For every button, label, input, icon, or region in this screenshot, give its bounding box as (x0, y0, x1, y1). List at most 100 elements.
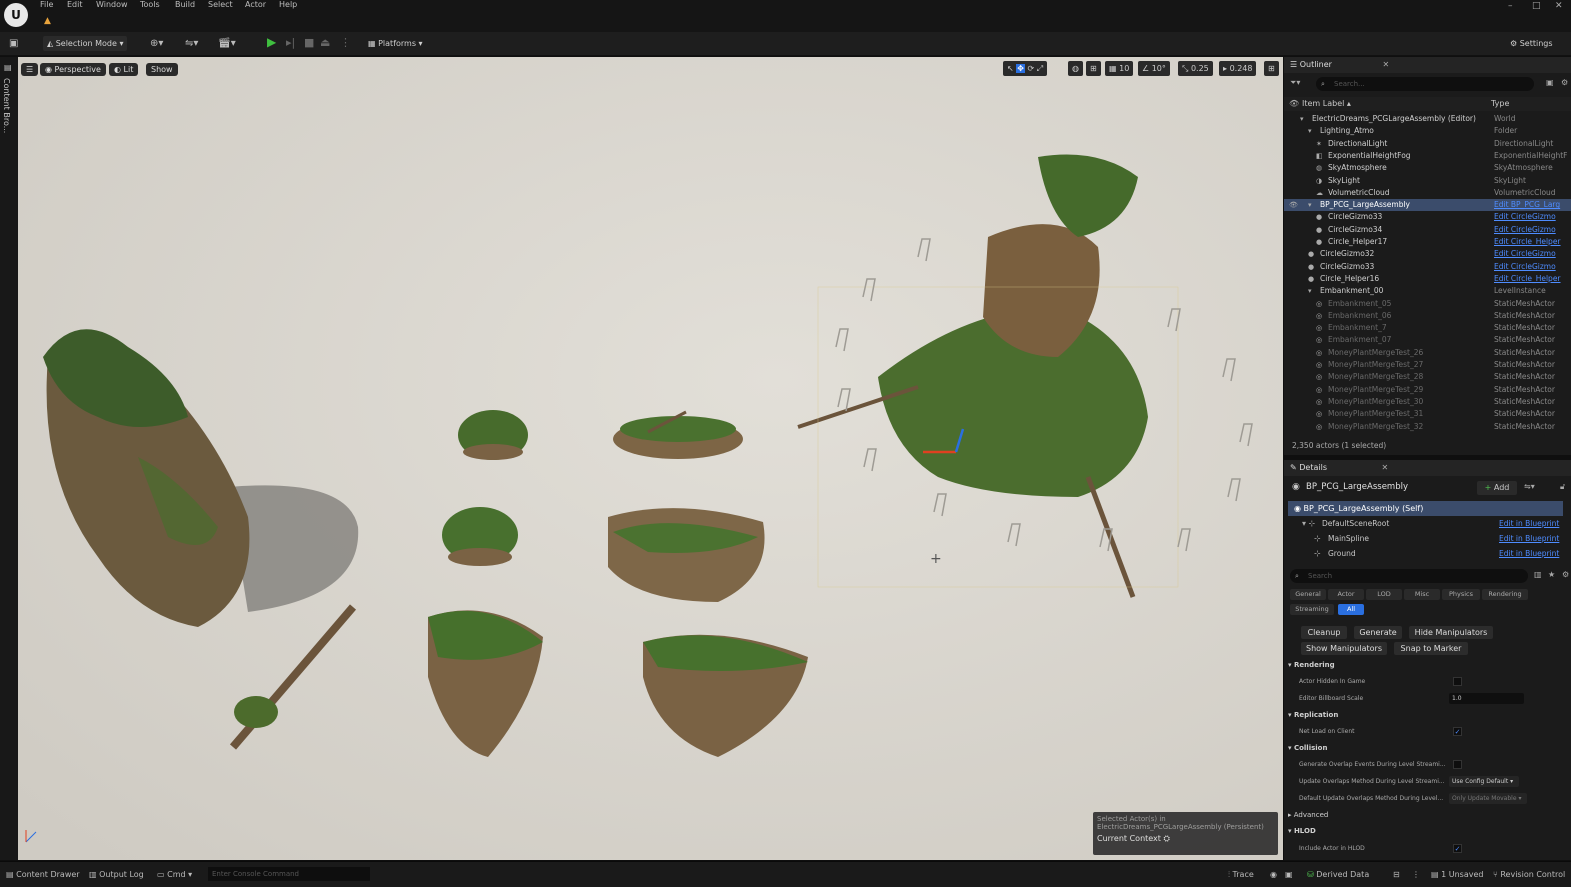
visibility-icon[interactable]: 👁︎ (1289, 199, 1298, 211)
settings-button[interactable]: ⚙ Settings (1510, 36, 1553, 51)
outliner-row[interactable]: ◎ Embankment_05 StaticMeshActor (1284, 298, 1571, 310)
component-row[interactable]: ▾ ⊹ DefaultSceneRoot Edit in Blueprint (1288, 516, 1563, 531)
trace-options-icon[interactable]: ▣ (1285, 870, 1293, 879)
cinematics-icon[interactable]: 🎬︎▾ (218, 36, 236, 51)
outliner-row[interactable]: ● CircleGizmo33 Edit CircleGizmo (1284, 211, 1571, 223)
outliner-row[interactable]: ▾ Lighting_Atmo Folder (1284, 125, 1571, 137)
filter-chip-rendering[interactable]: Rendering (1482, 589, 1528, 600)
trace-record-icon[interactable]: ◉ (1270, 870, 1277, 879)
menu-actor[interactable]: Actor (245, 0, 266, 9)
filter-chip-all[interactable]: All (1338, 604, 1364, 615)
content-browser-strip[interactable]: ▤ (0, 57, 18, 860)
camera-speed-button[interactable]: ▸ 0.248 (1219, 61, 1257, 76)
update-overlap-select[interactable]: Use Config Default ▾ (1449, 776, 1519, 787)
scale-icon[interactable]: ⤢ (1037, 64, 1043, 73)
component-row[interactable]: ⊹ Ground Edit in Blueprint (1288, 546, 1563, 561)
include-hlod-checkbox[interactable]: ✓ (1453, 844, 1462, 853)
edit-in-blueprint-link[interactable]: Edit in Blueprint (1499, 531, 1559, 546)
generate-button[interactable]: Generate (1354, 626, 1402, 639)
outliner-row[interactable]: ◎ MoneyPlantMergeTest_26 StaticMeshActor (1284, 347, 1571, 359)
details-settings-icon[interactable]: ⚙ (1562, 570, 1569, 579)
edit-in-blueprint-link[interactable]: Edit in Blueprint (1499, 546, 1559, 561)
default-update-select[interactable]: Only Update Movable ▾ (1449, 793, 1527, 804)
close-tab-icon[interactable]: ✕ (1383, 60, 1390, 69)
outliner-row[interactable]: ◎ Embankment_06 StaticMeshActor (1284, 310, 1571, 322)
menu-edit[interactable]: Edit (67, 0, 83, 9)
eject-icon[interactable]: ⏏ (320, 36, 330, 49)
menu-build[interactable]: Build (175, 0, 195, 9)
filter-icon[interactable]: ⏷▾ (1290, 78, 1300, 88)
billboard-scale-input[interactable]: 1.0 (1449, 693, 1524, 704)
maximize-icon[interactable]: □ (1532, 1, 1541, 11)
outliner-row[interactable]: ▾ Embankment_00 LevelInstance (1284, 285, 1571, 297)
translate-icon[interactable]: ✥ (1016, 64, 1025, 73)
col-item-label[interactable]: Item Label ▴ (1302, 97, 1351, 111)
details-tab[interactable]: ✎ Details ✕ (1284, 460, 1571, 476)
outliner-row[interactable]: ◎ MoneyPlantMergeTest_30 StaticMeshActor (1284, 396, 1571, 408)
menu-help[interactable]: Help (279, 0, 297, 9)
outliner-row[interactable]: ◎ Embankment_07 StaticMeshActor (1284, 334, 1571, 346)
outliner-row[interactable]: ▾ ElectricDreams_PCGLargeAssembly (Editor… (1284, 113, 1571, 125)
add-component-button[interactable]: + Add (1477, 481, 1517, 495)
outliner-row[interactable]: ● CircleGizmo34 Edit CircleGizmo (1284, 224, 1571, 236)
minimize-icon[interactable]: – (1508, 1, 1513, 11)
source-control-icon[interactable]: ⊟ (1393, 870, 1400, 879)
snap-to-marker-button[interactable]: Snap to Marker (1394, 642, 1468, 655)
section-collision[interactable]: ▾ Collision (1288, 744, 1327, 752)
section-replication[interactable]: ▾ Replication (1288, 711, 1338, 719)
section-advanced[interactable]: ▸ Advanced (1288, 811, 1328, 819)
close-details-icon[interactable]: ✕ (1382, 463, 1389, 472)
outliner-row-type[interactable]: Edit CircleGizmo (1494, 261, 1556, 273)
perspective-button[interactable]: ◉ Perspective (40, 63, 106, 76)
outliner-settings-icon[interactable]: ⚙ (1561, 78, 1568, 87)
menu-tools[interactable]: Tools (140, 0, 160, 9)
content-browser-tab[interactable]: Content Bro... (2, 78, 11, 133)
menu-select[interactable]: Select (208, 0, 233, 9)
save-icon[interactable]: ▣ (9, 36, 18, 51)
filter-chip-physics[interactable]: Physics (1442, 589, 1480, 600)
net-load-checkbox[interactable]: ✓ (1453, 727, 1462, 736)
close-window-icon[interactable]: ✕ (1555, 1, 1563, 11)
show-button[interactable]: Show (146, 63, 178, 76)
transform-tools[interactable]: ↖ ✥ ⟳ ⤢ (1003, 61, 1048, 76)
outliner-row[interactable]: ● CircleGizmo32 Edit CircleGizmo (1284, 248, 1571, 260)
warning-icon[interactable]: ▲ (44, 16, 51, 26)
filter-chip-actor[interactable]: Actor (1328, 589, 1364, 600)
outliner-row[interactable]: ◑ SkyLight SkyLight (1284, 175, 1571, 187)
add-actor-icon[interactable]: ⊕▾ (150, 36, 163, 51)
unreal-logo-icon[interactable]: U (4, 3, 28, 27)
outliner-row-type[interactable]: Edit CircleGizmo (1494, 224, 1556, 236)
menu-file[interactable]: File (40, 0, 53, 9)
step-icon[interactable]: ▸| (286, 36, 295, 49)
content-drawer-button[interactable]: ▤ Content Drawer (6, 870, 80, 879)
cmd-dropdown[interactable]: ▭ Cmd ▾ (157, 870, 192, 879)
grid-snap-toggle[interactable]: ▦ 10 (1105, 61, 1134, 76)
outliner-row-type[interactable]: Edit CircleGizmo (1494, 248, 1556, 260)
level-viewport[interactable]: + ☰ ◉ Perspective ◐ Lit Show ↖ ✥ ⟳ ⤢ ◍ ⊞… (18, 57, 1283, 860)
section-hlod[interactable]: ▾ HLOD (1288, 827, 1316, 835)
trace-button[interactable]: ⫶ Trace (1228, 870, 1254, 880)
outliner-row[interactable]: ● CircleGizmo33 Edit CircleGizmo (1284, 261, 1571, 273)
blueprint-icon[interactable]: ⇋▾ (185, 36, 198, 51)
star-icon[interactable]: ★ (1548, 570, 1555, 579)
play-icon[interactable]: ▶ (267, 35, 276, 49)
col-type[interactable]: Type (1491, 97, 1509, 111)
maximize-viewport-button[interactable]: ⊞ (1264, 61, 1279, 76)
surface-snap-toggle[interactable]: ⊞ (1086, 61, 1101, 76)
outliner-row-type[interactable]: Edit CircleGizmo (1494, 211, 1556, 223)
add-folder-icon[interactable]: ▣ (1546, 78, 1554, 87)
outliner-row-type[interactable]: Edit Circle_Helper (1494, 236, 1561, 248)
menu-window[interactable]: Window (96, 0, 128, 9)
stop-icon[interactable]: ■ (304, 36, 314, 49)
angle-snap-toggle[interactable]: ∠ 10° (1138, 61, 1170, 76)
outliner-row[interactable]: ● Circle_Helper16 Edit Circle_Helper (1284, 273, 1571, 285)
property-matrix-icon[interactable]: ▥ (1534, 570, 1542, 579)
console-input[interactable]: Enter Console Command (208, 867, 370, 881)
show-manipulators-button[interactable]: Show Manipulators (1301, 642, 1387, 655)
details-search-input[interactable]: ⌕ Search (1290, 569, 1528, 583)
platforms-dropdown[interactable]: ▦ Platforms ▾ (368, 36, 423, 51)
cleanup-button[interactable]: Cleanup (1301, 626, 1347, 639)
outliner-row[interactable]: ◧ ExponentialHeightFog ExponentialHeightF (1284, 150, 1571, 162)
filter-chip-general[interactable]: General (1290, 589, 1326, 600)
scale-snap-toggle[interactable]: ⤡ 0.25 (1178, 61, 1213, 76)
